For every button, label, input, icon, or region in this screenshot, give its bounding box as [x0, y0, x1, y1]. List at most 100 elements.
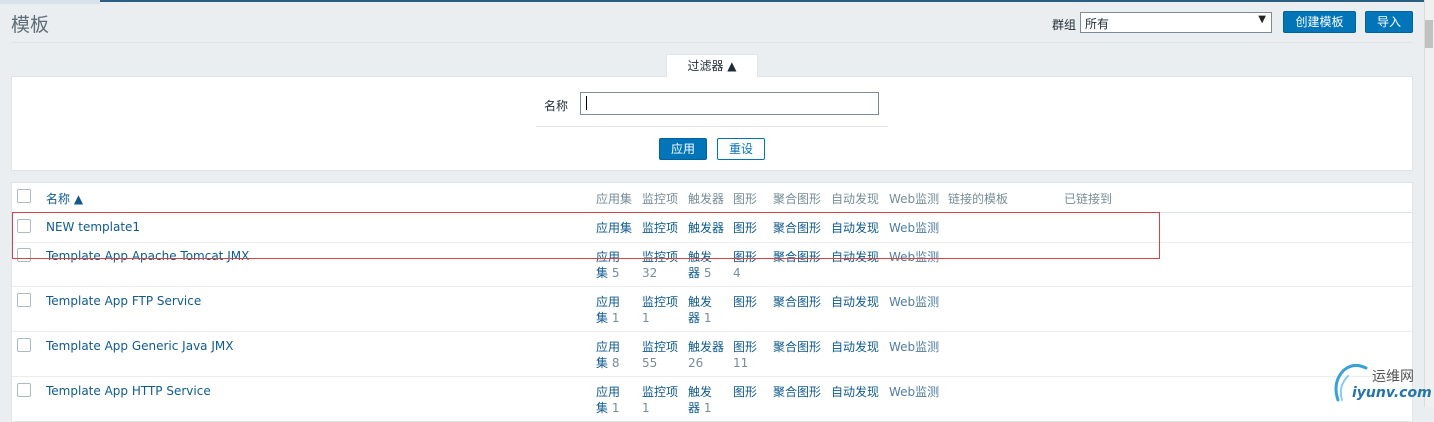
items-count: 1	[642, 311, 650, 325]
template-name-link[interactable]: Template App HTTP Service	[46, 384, 211, 398]
items-cell[interactable]: 监控项 32	[642, 249, 678, 281]
graphs-link[interactable]: 图形	[733, 340, 757, 354]
page-title: 模板	[11, 14, 50, 36]
filter-panel	[11, 76, 1413, 171]
reset-button[interactable]: 重设	[717, 138, 765, 160]
group-select[interactable]: 所有 ▼	[1080, 12, 1272, 33]
create-template-button[interactable]: 创建模板	[1283, 11, 1356, 33]
triggers-count: 1	[703, 401, 712, 415]
applications-count: 1	[611, 401, 620, 415]
applications-count: 1	[611, 311, 620, 325]
column-header-discovery: 自动发现	[831, 192, 880, 206]
discovery-link[interactable]: 自动发现	[831, 384, 879, 400]
applications-cell[interactable]: 应用集 8	[596, 339, 626, 371]
template-name-link[interactable]: NEW template1	[46, 220, 140, 234]
name-filter-label: 名称	[544, 99, 569, 113]
template-name-link[interactable]: Template App Generic Java JMX	[46, 339, 233, 353]
graphs-count: 11	[733, 356, 749, 370]
import-button[interactable]: 导入	[1365, 11, 1413, 33]
template-name-link[interactable]: Template App FTP Service	[46, 294, 201, 308]
graphs-cell[interactable]: 图形 11	[733, 339, 765, 371]
graphs-cell[interactable]: 图形	[733, 220, 757, 236]
items-cell[interactable]: 监控项 1	[642, 384, 678, 416]
graphs-cell[interactable]: 图形 4	[733, 249, 759, 281]
row-checkbox[interactable]	[17, 293, 31, 307]
web-link[interactable]: Web监测	[889, 384, 939, 400]
discovery-link[interactable]: 自动发现	[831, 220, 879, 236]
screens-link[interactable]: 聚合图形	[773, 339, 821, 355]
graphs-cell[interactable]: 图形	[733, 294, 757, 310]
top-bar	[0, 0, 1424, 2]
items-link[interactable]: 监控项	[642, 295, 678, 309]
items-cell[interactable]: 监控项 1	[642, 294, 678, 326]
triggers-cell[interactable]: 触发器 1	[688, 294, 718, 326]
triggers-count: 5	[703, 266, 712, 280]
column-header-applications: 应用集	[596, 192, 633, 206]
select-all-checkbox[interactable]	[17, 189, 31, 203]
template-name-link[interactable]: Template App Apache Tomcat JMX	[46, 249, 249, 263]
column-header-screens: 聚合图形	[773, 192, 822, 206]
screens-link[interactable]: 聚合图形	[773, 294, 821, 310]
applications-cell[interactable]: 应用集	[596, 220, 632, 236]
screens-link[interactable]: 聚合图形	[773, 249, 821, 265]
graphs-count: 4	[733, 266, 741, 280]
chevron-down-icon: ▼	[1258, 14, 1266, 25]
top-bar-notch	[0, 0, 100, 4]
group-select-value: 所有	[1085, 17, 1110, 31]
text-caret	[586, 96, 587, 110]
items-cell[interactable]: 监控项	[642, 220, 678, 236]
triggers-cell[interactable]: 触发器 26	[688, 339, 724, 371]
graphs-link[interactable]: 图形	[733, 250, 757, 264]
applications-cell[interactable]: 应用集 1	[596, 294, 626, 326]
items-cell[interactable]: 监控项 55	[642, 339, 678, 371]
web-link[interactable]: Web监测	[889, 249, 939, 265]
web-link[interactable]: Web监测	[889, 294, 939, 310]
row-checkbox[interactable]	[17, 383, 31, 397]
discovery-link[interactable]: 自动发现	[831, 294, 879, 310]
triggers-cell[interactable]: 触发器 5	[688, 249, 718, 281]
discovery-link[interactable]: 自动发现	[831, 249, 879, 265]
graphs-link[interactable]: 图形	[733, 295, 757, 309]
applications-link[interactable]: 应用集	[596, 221, 632, 235]
items-link[interactable]: 监控项	[642, 250, 678, 264]
triggers-cell[interactable]: 触发器	[688, 220, 724, 236]
column-header-graphs: 图形	[733, 192, 758, 206]
row-checkbox[interactable]	[17, 248, 31, 262]
applications-cell[interactable]: 应用集 5	[596, 249, 626, 281]
apply-button[interactable]: 应用	[659, 138, 707, 160]
column-header-web: Web监测	[889, 192, 940, 206]
scrollbar-thumb[interactable]	[1425, 20, 1433, 48]
triggers-link[interactable]: 触发器	[688, 340, 724, 354]
graphs-link[interactable]: 图形	[733, 221, 757, 235]
filter-tab[interactable]: 过滤器 ▲	[666, 54, 758, 77]
row-divider	[12, 242, 1412, 243]
items-count: 55	[642, 356, 658, 370]
column-header-name[interactable]: 名称 ▲	[46, 190, 83, 207]
graphs-link[interactable]: 图形	[733, 385, 757, 399]
triggers-cell[interactable]: 触发器 1	[688, 384, 718, 416]
group-label: 群组	[1052, 18, 1077, 32]
filter-divider	[536, 126, 888, 127]
items-link[interactable]: 监控项	[642, 340, 678, 354]
items-count: 32	[642, 266, 658, 280]
row-checkbox[interactable]	[17, 219, 31, 233]
items-link[interactable]: 监控项	[642, 221, 678, 235]
name-filter-input[interactable]	[580, 92, 879, 115]
items-count: 1	[642, 401, 650, 415]
triggers-link[interactable]: 触发器	[688, 221, 724, 235]
vertical-scrollbar[interactable]	[1424, 0, 1434, 407]
row-divider	[12, 331, 1412, 332]
header-divider	[11, 42, 1413, 43]
screens-link[interactable]: 聚合图形	[773, 220, 821, 236]
graphs-cell[interactable]: 图形	[733, 384, 757, 400]
discovery-link[interactable]: 自动发现	[831, 339, 879, 355]
row-checkbox[interactable]	[17, 338, 31, 352]
header-row-divider	[12, 212, 1412, 213]
triggers-count: 26	[688, 356, 704, 370]
items-link[interactable]: 监控项	[642, 385, 678, 399]
screens-link[interactable]: 聚合图形	[773, 384, 821, 400]
row-divider	[12, 376, 1412, 377]
web-link[interactable]: Web监测	[889, 339, 939, 355]
applications-cell[interactable]: 应用集 1	[596, 384, 626, 416]
web-link[interactable]: Web监测	[889, 220, 939, 236]
